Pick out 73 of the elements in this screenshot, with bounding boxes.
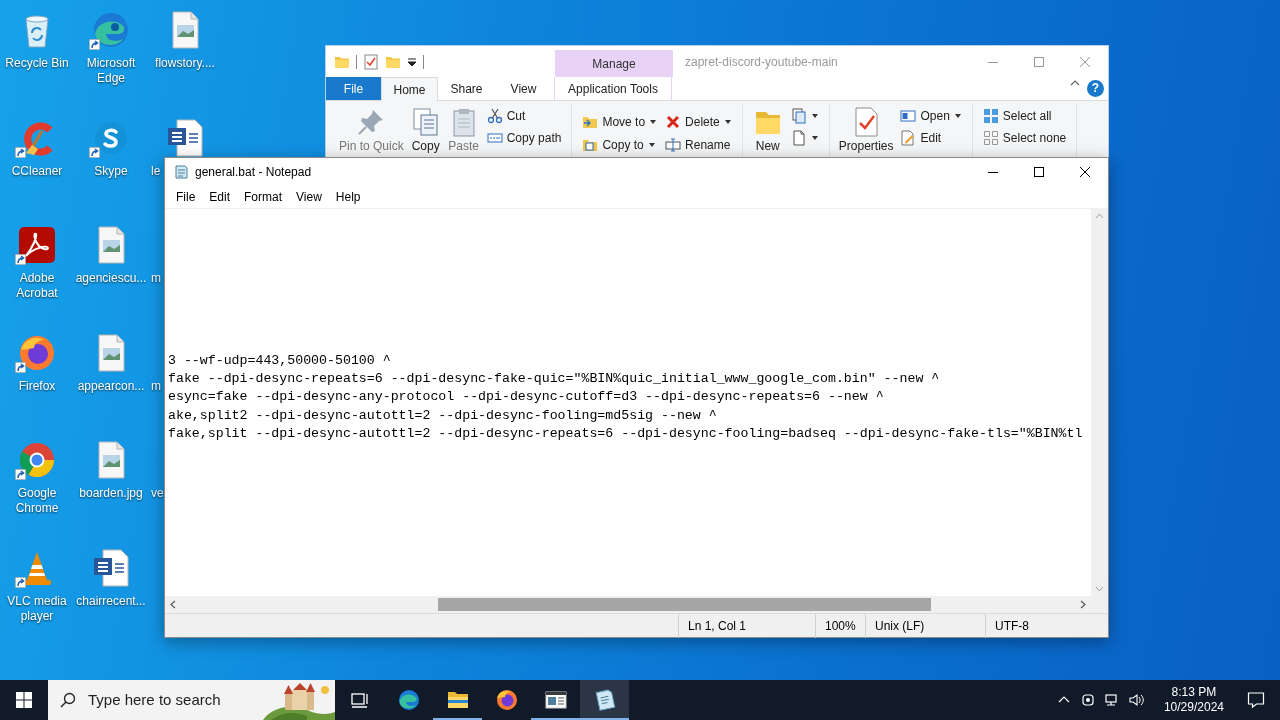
ribbon-button[interactable]: Delete	[661, 110, 736, 133]
notepad-icon	[173, 164, 189, 180]
status-text: Ln 1, Col 1	[678, 613, 815, 638]
ribbon-tab[interactable]: File	[326, 77, 381, 100]
search-field[interactable]: Type here to search	[88, 680, 263, 720]
browser-icon[interactable]	[17, 333, 57, 373]
ribbon-button[interactable]: Properties	[835, 103, 897, 153]
notification-icon	[1247, 691, 1265, 709]
network-icon[interactable]	[1103, 692, 1120, 708]
scissors-icon	[486, 108, 503, 124]
help-button[interactable]: ?	[1087, 80, 1104, 97]
ribbon-button[interactable]: Copy to	[578, 133, 662, 156]
window-icon	[900, 108, 917, 124]
ribbon-tab[interactable]: View	[495, 77, 552, 100]
menu-item[interactable]: Format	[237, 188, 290, 206]
menu-item[interactable]: Edit	[202, 188, 238, 206]
ribbon-button[interactable]: Open	[896, 105, 966, 127]
scroll-right-icon[interactable]	[1080, 600, 1086, 609]
grid-icon	[982, 108, 999, 124]
camera-icon[interactable]	[1079, 692, 1096, 708]
app-window-icon	[543, 688, 568, 712]
menu-item[interactable]: File	[169, 188, 203, 206]
clock-date: 10/29/2024	[1163, 700, 1224, 715]
browser-icon[interactable]	[17, 440, 57, 480]
delete-icon	[665, 113, 682, 130]
code-line: ake,split2 --dpi-desync-autottl=2 --dpi-desync-fooling=md5sig --new ^	[168, 406, 717, 425]
pdf-icon[interactable]	[17, 225, 57, 265]
ribbon-button[interactable]: Cut	[482, 105, 566, 127]
customize-dropdown-icon[interactable]	[407, 56, 417, 67]
code-line: fake --dpi-desync-repeats=6 --dpi-desync-fake-quic="%BIN%quic_initial_www_google_com.bin" --new ^	[168, 370, 940, 389]
document-icon[interactable]	[91, 548, 131, 588]
pencil-page-icon	[900, 130, 917, 146]
taskbar-button[interactable]	[580, 680, 629, 720]
code-line: esync=fake --dpi-desync-any-protocol --dpi-desync-cutoff=d3 --dpi-desync-repeats=6 --new ^	[168, 388, 884, 407]
empty-grid-icon	[982, 130, 999, 146]
browser-icon	[396, 688, 421, 712]
browser-icon	[494, 688, 519, 712]
ribbon-tab[interactable]: Share	[438, 77, 495, 100]
ribbon-button[interactable]: Copy path	[482, 127, 566, 149]
browser-icon[interactable]	[91, 10, 131, 50]
status-text: UTF-8	[985, 613, 1092, 638]
page-icon	[790, 130, 807, 146]
volume-icon[interactable]	[1127, 692, 1144, 708]
ribbon-tab[interactable]: Home	[381, 77, 438, 101]
ribbon-button[interactable]: Edit	[896, 127, 966, 149]
search-icon	[48, 680, 88, 720]
menu-item[interactable]: Help	[328, 188, 368, 206]
code-line: fake,split --dpi-desync-autottl=2 --dpi-desync-repeats=6 --dpi-desync-fooling=badseq --dpi-desync-fake-tls="%BIN%tl	[168, 424, 1083, 443]
tool-group-header: Manage	[555, 50, 673, 77]
clock-time: 8:13 PM	[1170, 685, 1218, 700]
window-title: zapret-discord-youtube-main	[685, 53, 838, 71]
rename-icon	[665, 136, 682, 153]
checklist-icon[interactable]	[363, 53, 379, 70]
close-icon[interactable]	[1080, 167, 1090, 177]
ribbon-button[interactable]: Copy	[406, 103, 445, 153]
document-icon[interactable]	[165, 118, 205, 158]
window-title: general.bat - Notepad	[195, 164, 312, 181]
ribbon-button[interactable]: Select all	[978, 105, 1071, 127]
ribbon-button[interactable]: New	[748, 103, 787, 153]
ribbon-button[interactable]: Move to	[578, 110, 662, 133]
ribbon-button[interactable]: Rename	[661, 133, 736, 156]
path-icon	[486, 130, 503, 146]
scroll-left-icon[interactable]	[170, 600, 176, 609]
code-line: 3 --wf-udp=443,50000-50100 ^	[168, 352, 391, 370]
status-text: 100%	[815, 613, 865, 638]
scrollbar-thumb[interactable]	[438, 598, 931, 611]
maximize-icon[interactable]	[1034, 167, 1044, 177]
windows-logo-icon	[16, 692, 32, 708]
status-text: Unix (LF)	[865, 613, 985, 638]
ribbon-button[interactable]: Select none	[978, 127, 1071, 149]
clock[interactable]: 8:13 PM 10/29/2024	[1155, 685, 1232, 715]
pages-icon	[790, 108, 807, 124]
menu-item[interactable]: View	[289, 188, 329, 206]
